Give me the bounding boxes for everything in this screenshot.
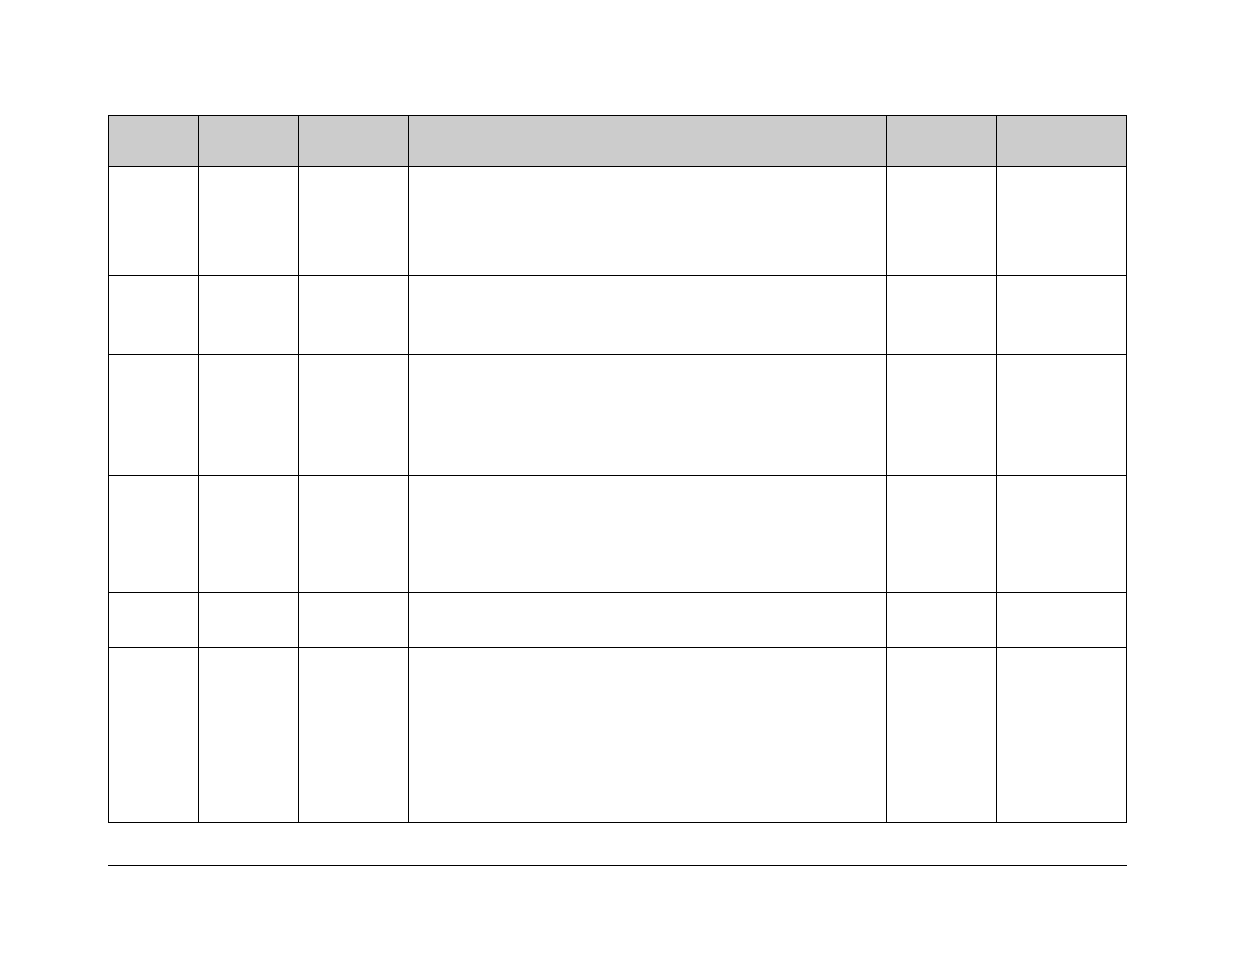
table-header <box>997 116 1127 167</box>
table-header <box>299 116 409 167</box>
page <box>0 0 1235 866</box>
table-header <box>409 116 887 167</box>
table-cell <box>409 476 887 593</box>
table-cell <box>997 355 1127 476</box>
table-cell <box>299 276 409 355</box>
table-cell <box>199 476 299 593</box>
table-cell <box>997 167 1127 276</box>
table-row <box>109 276 1127 355</box>
table-cell <box>199 593 299 648</box>
table-cell <box>409 593 887 648</box>
table-cell <box>409 276 887 355</box>
table-cell <box>299 648 409 823</box>
table-cell <box>997 648 1127 823</box>
table-cell <box>887 355 997 476</box>
table-cell <box>887 276 997 355</box>
table-header <box>199 116 299 167</box>
table-cell <box>299 355 409 476</box>
table-cell <box>997 476 1127 593</box>
table-row <box>109 648 1127 823</box>
table-cell <box>997 276 1127 355</box>
table-cell <box>887 648 997 823</box>
table-cell <box>109 593 199 648</box>
table-row <box>109 476 1127 593</box>
table-cell <box>299 167 409 276</box>
table-cell <box>409 648 887 823</box>
divider <box>108 865 1127 866</box>
table-row <box>109 593 1127 648</box>
table-cell <box>299 476 409 593</box>
table-cell <box>887 476 997 593</box>
table-cell <box>887 167 997 276</box>
data-table <box>108 115 1127 823</box>
table-cell <box>997 593 1127 648</box>
table-cell <box>199 355 299 476</box>
table-header <box>109 116 199 167</box>
table-cell <box>109 648 199 823</box>
table-cell <box>299 593 409 648</box>
table-row <box>109 167 1127 276</box>
table-cell <box>109 476 199 593</box>
table-cell <box>409 167 887 276</box>
table-cell <box>109 276 199 355</box>
table-cell <box>409 355 887 476</box>
table-cell <box>199 648 299 823</box>
table-header-row <box>109 116 1127 167</box>
table-cell <box>199 276 299 355</box>
table-row <box>109 355 1127 476</box>
table-cell <box>109 167 199 276</box>
table-cell <box>887 593 997 648</box>
table-cell <box>109 355 199 476</box>
table-cell <box>199 167 299 276</box>
table-header <box>887 116 997 167</box>
